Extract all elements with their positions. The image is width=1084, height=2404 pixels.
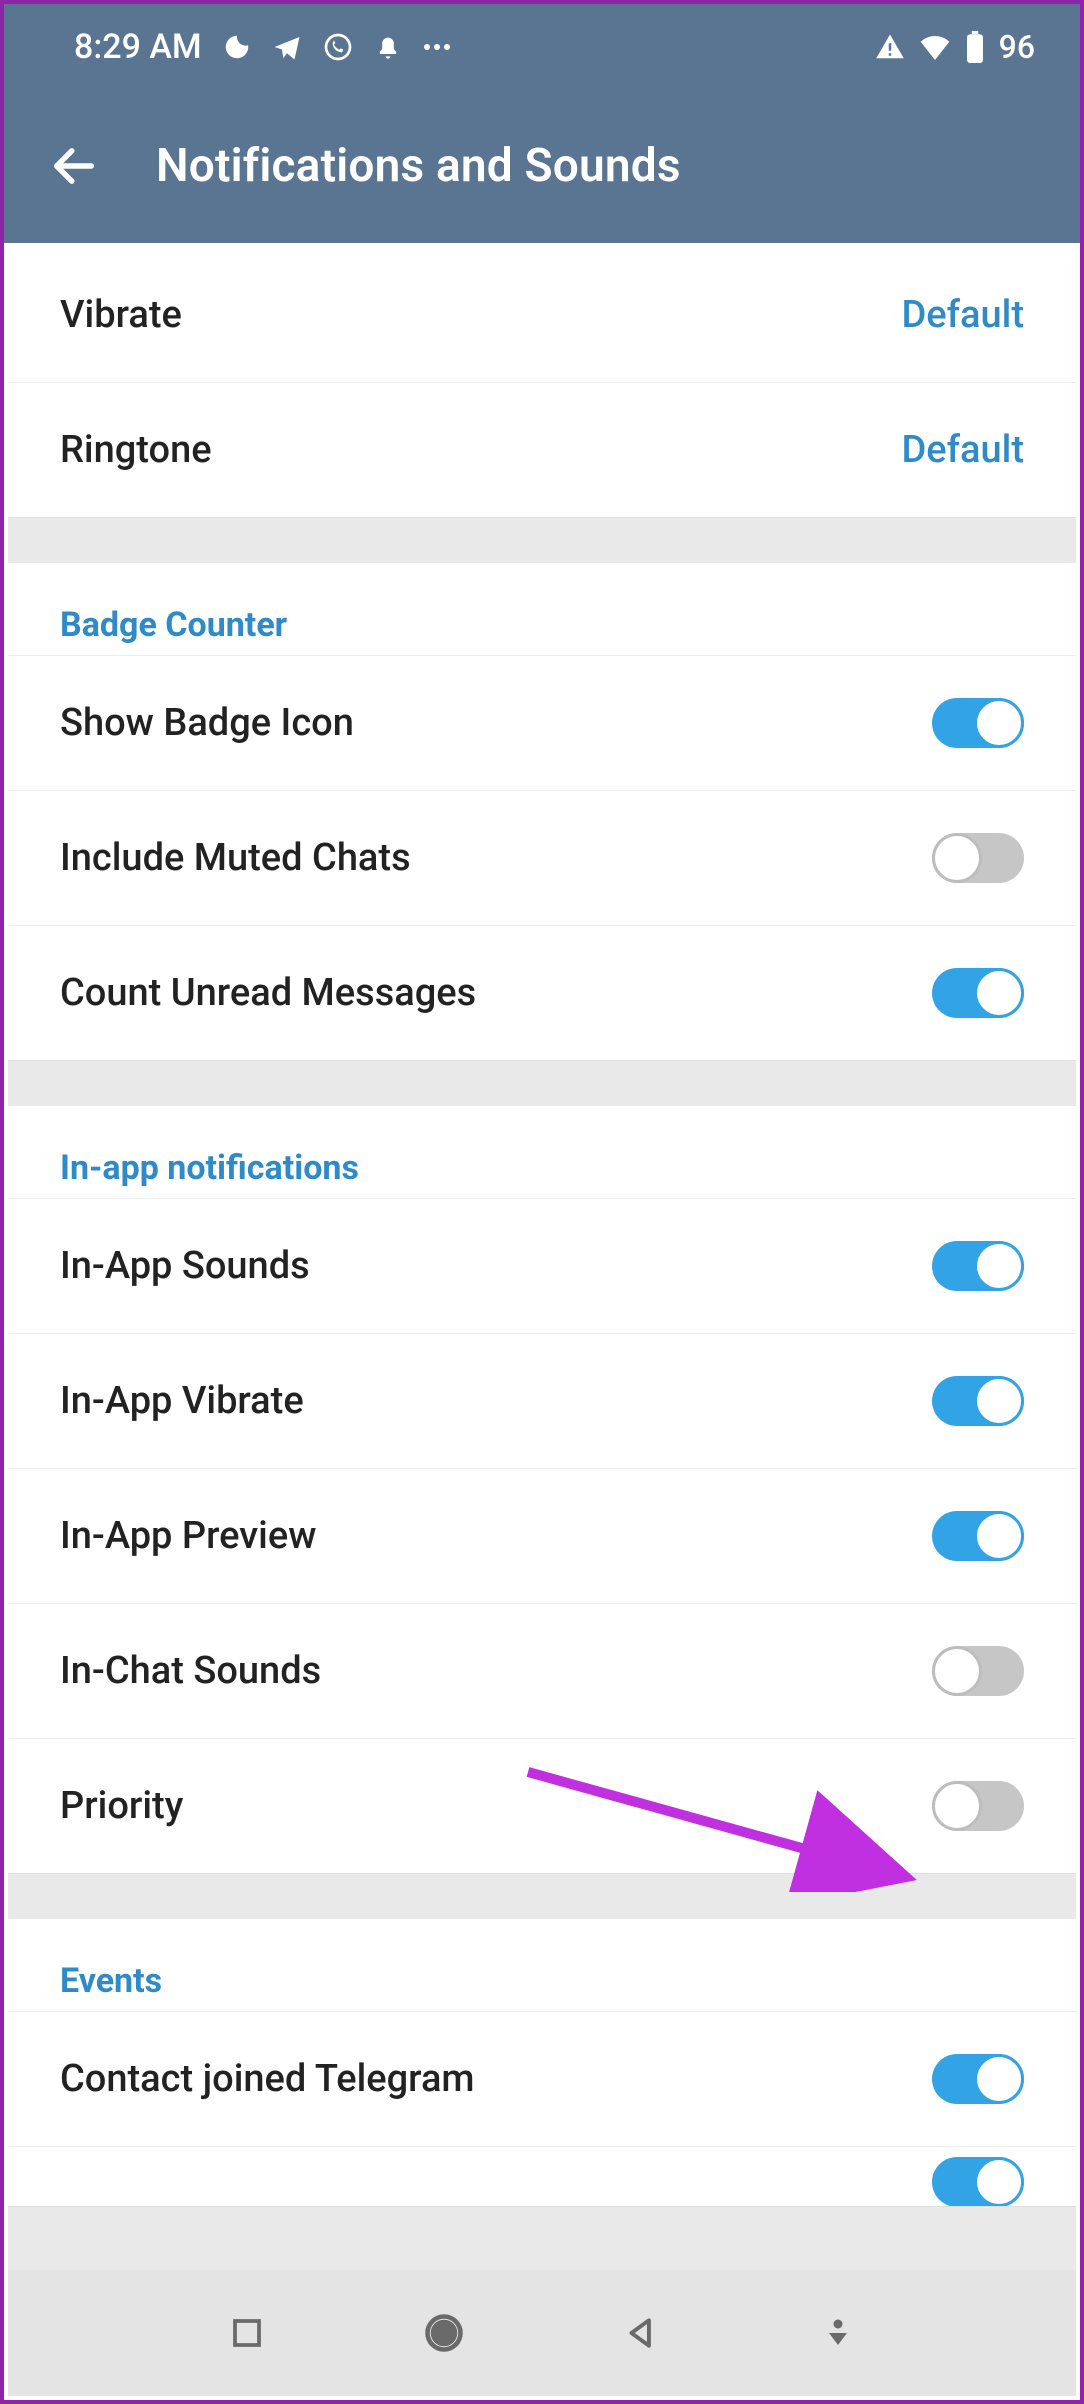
inapp-preview-toggle[interactable] xyxy=(932,1511,1024,1561)
inapp-vibrate-label: In-App Vibrate xyxy=(60,1379,304,1423)
vibrate-value: Default xyxy=(901,293,1024,337)
contact-joined-label: Contact joined Telegram xyxy=(60,2057,475,2101)
inchat-sounds-label: In-Chat Sounds xyxy=(60,1649,321,1693)
events-header: Events xyxy=(8,1919,1076,2011)
inchat-sounds-toggle[interactable] xyxy=(932,1646,1024,1696)
contact-joined-row[interactable]: Contact joined Telegram xyxy=(8,2011,1076,2146)
wifi-icon xyxy=(919,34,951,60)
inapp-preview-row[interactable]: In-App Preview xyxy=(8,1468,1076,1603)
telegram-icon xyxy=(272,32,302,62)
include-muted-label: Include Muted Chats xyxy=(60,836,411,880)
inapp-header: In-app notifications xyxy=(8,1106,1076,1198)
include-muted-row[interactable]: Include Muted Chats xyxy=(8,790,1076,925)
ringtone-row[interactable]: Ringtone Default xyxy=(8,382,1076,517)
inapp-preview-label: In-App Preview xyxy=(60,1514,316,1558)
contact-joined-toggle[interactable] xyxy=(932,2054,1024,2104)
show-badge-label: Show Badge Icon xyxy=(60,701,354,745)
cutoff-toggle[interactable] xyxy=(932,2157,1024,2206)
moon-icon xyxy=(222,32,252,62)
warning-icon xyxy=(875,32,905,62)
inapp-sounds-label: In-App Sounds xyxy=(60,1244,310,1288)
inchat-sounds-row[interactable]: In-Chat Sounds xyxy=(8,1603,1076,1738)
count-unread-row[interactable]: Count Unread Messages xyxy=(8,925,1076,1060)
battery-icon xyxy=(965,31,985,63)
badge-header: Badge Counter xyxy=(8,563,1076,655)
priority-row[interactable]: Priority xyxy=(8,1738,1076,1873)
home-button[interactable] xyxy=(414,2303,474,2363)
back-button[interactable] xyxy=(34,126,114,206)
include-muted-toggle[interactable] xyxy=(932,833,1024,883)
whatsapp-icon xyxy=(322,31,354,63)
count-unread-toggle[interactable] xyxy=(932,968,1024,1018)
more-icon xyxy=(422,42,452,52)
status-bar: 8:29 AM xyxy=(4,4,1080,89)
ringtone-label: Ringtone xyxy=(60,428,212,472)
inapp-panel: In-app notifications In-App Sounds In-Ap… xyxy=(8,1106,1076,1873)
header: 8:29 AM xyxy=(4,4,1080,243)
notification-icon xyxy=(374,33,402,61)
sound-panel: Vibrate Default Ringtone Default xyxy=(8,247,1076,517)
inapp-sounds-toggle[interactable] xyxy=(932,1241,1024,1291)
battery-percent: 96 xyxy=(999,28,1035,66)
show-badge-toggle[interactable] xyxy=(932,698,1024,748)
system-nav-bar xyxy=(8,2270,1076,2396)
status-time: 8:29 AM xyxy=(74,27,202,67)
app-bar: Notifications and Sounds xyxy=(4,89,1080,243)
show-badge-row[interactable]: Show Badge Icon xyxy=(8,655,1076,790)
vibrate-label: Vibrate xyxy=(60,293,182,337)
inapp-sounds-row[interactable]: In-App Sounds xyxy=(8,1198,1076,1333)
priority-label: Priority xyxy=(60,1784,183,1828)
badge-panel: Badge Counter Show Badge Icon Include Mu… xyxy=(8,563,1076,1060)
ringtone-value: Default xyxy=(901,428,1024,472)
keyboard-hide-button[interactable] xyxy=(808,2303,868,2363)
page-title: Notifications and Sounds xyxy=(156,139,681,193)
cutoff-row[interactable]: hidden xyxy=(8,2146,1076,2206)
recent-apps-button[interactable] xyxy=(217,2303,277,2363)
priority-toggle[interactable] xyxy=(932,1781,1024,1831)
settings-content: Vibrate Default Ringtone Default Badge C… xyxy=(8,247,1076,2270)
vibrate-row[interactable]: Vibrate Default xyxy=(8,247,1076,382)
events-panel: Events Contact joined Telegram hidden xyxy=(8,1919,1076,2206)
inapp-vibrate-toggle[interactable] xyxy=(932,1376,1024,1426)
count-unread-label: Count Unread Messages xyxy=(60,971,476,1015)
inapp-vibrate-row[interactable]: In-App Vibrate xyxy=(8,1333,1076,1468)
back-nav-button[interactable] xyxy=(611,2303,671,2363)
